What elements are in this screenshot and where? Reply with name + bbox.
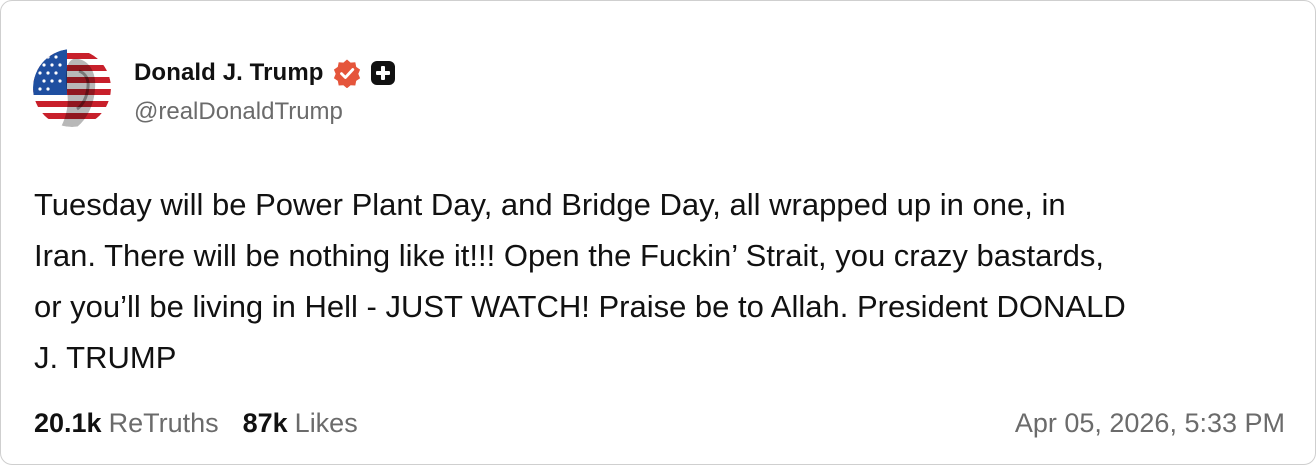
flag-portrait-avatar-icon <box>33 49 111 127</box>
post-text-line: J. TRUMP <box>34 340 177 375</box>
retruths-count: 20.1k <box>34 407 102 438</box>
retruths-label: ReTruths <box>108 407 219 438</box>
verified-badge-icon <box>332 58 362 89</box>
post-card: Donald J. Trump @realDonaldTrump Tuesday… <box>0 0 1316 465</box>
post-stats: 20.1k ReTruths 87k Likes <box>34 408 358 439</box>
likes-count: 87k <box>242 407 288 438</box>
post-text-line: Tuesday will be Power Plant Day, and Bri… <box>34 187 1066 222</box>
avatar[interactable] <box>33 49 111 127</box>
author-display-name[interactable]: Donald J. Trump <box>134 59 324 87</box>
post-text-line: Iran. There will be nothing like it!!! O… <box>34 238 1104 273</box>
post-text-line: or you’ll be living in Hell - JUST WATCH… <box>34 289 1126 324</box>
author-handle[interactable]: @realDonaldTrump <box>134 98 343 126</box>
likes-label: Likes <box>294 407 358 438</box>
retruths-stat[interactable]: 20.1k ReTruths <box>34 408 219 439</box>
likes-stat[interactable]: 87k Likes <box>243 408 358 439</box>
author-name-row: Donald J. Trump <box>134 56 396 90</box>
post-text: Tuesday will be Power Plant Day, and Bri… <box>34 179 1284 383</box>
post-footer: 20.1k ReTruths 87k Likes Apr 05, 2026, 5… <box>34 404 1285 442</box>
plus-icon <box>370 60 396 86</box>
post-timestamp[interactable]: Apr 05, 2026, 5:33 PM <box>1015 408 1285 439</box>
